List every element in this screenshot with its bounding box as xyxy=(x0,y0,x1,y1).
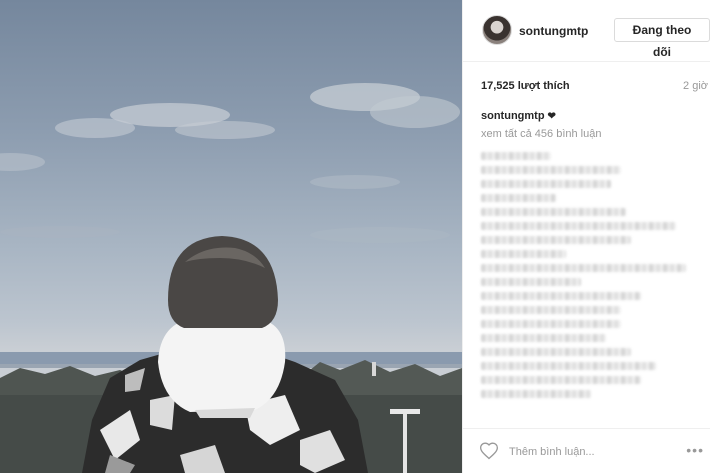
cloud xyxy=(0,153,45,171)
blurred-comment xyxy=(481,208,626,216)
photo-scene xyxy=(0,83,462,473)
jacket-pattern xyxy=(150,395,175,430)
blurred-comment xyxy=(481,236,631,244)
blurred-comment xyxy=(481,222,676,230)
view-all-comments-link[interactable]: xem tất cả 456 bình luận xyxy=(481,128,601,140)
blurred-comment xyxy=(481,334,606,342)
blurred-comment xyxy=(481,180,611,188)
pole xyxy=(372,362,376,376)
caption-heart: ❤ xyxy=(547,111,556,122)
hood xyxy=(158,318,286,412)
streetlight-pole xyxy=(403,412,407,473)
like-count[interactable]: 17,525 lượt thích xyxy=(481,80,570,92)
blurred-comment xyxy=(481,320,621,328)
cloud xyxy=(370,96,460,128)
cloud xyxy=(310,227,450,243)
cloud xyxy=(0,226,120,238)
cloud xyxy=(55,118,135,138)
blurred-comment xyxy=(481,292,641,300)
blurred-comment xyxy=(481,278,581,286)
header-username[interactable]: sontungmtp xyxy=(519,24,588,38)
post-photo[interactable] xyxy=(0,0,462,473)
blurred-comment xyxy=(481,376,641,384)
blurred-comment xyxy=(481,194,556,202)
blurred-comment xyxy=(481,166,621,174)
instagram-post: sontungmtp Đang theo dõi 17,525 lượt thí… xyxy=(0,0,710,473)
post-sidebar: sontungmtp Đang theo dõi 17,525 lượt thí… xyxy=(462,0,710,473)
blurred-comment xyxy=(481,250,566,258)
caption-username[interactable]: sontungmtp xyxy=(481,110,545,122)
blurred-comment xyxy=(481,362,656,370)
heart-outline-icon[interactable] xyxy=(479,441,499,461)
post-time[interactable]: 2 giờ xyxy=(683,80,708,92)
blurred-comment xyxy=(481,264,686,272)
blurred-comment xyxy=(481,390,591,398)
blurred-comment xyxy=(481,348,631,356)
cloud xyxy=(175,121,275,139)
cloud xyxy=(310,175,400,189)
blurred-comment xyxy=(481,152,551,160)
post-header: sontungmtp Đang theo dõi xyxy=(463,0,710,62)
profile-avatar[interactable] xyxy=(482,15,512,45)
add-comment-input[interactable] xyxy=(507,441,671,463)
more-options-icon[interactable]: ••• xyxy=(686,442,704,458)
comment-list xyxy=(481,146,696,404)
comment-bar: ••• xyxy=(463,428,710,473)
streetlight-head xyxy=(390,409,420,414)
blurred-comment xyxy=(481,306,621,314)
caption: sontungmtp ❤ xyxy=(481,110,556,122)
following-button[interactable]: Đang theo dõi xyxy=(614,18,710,59)
